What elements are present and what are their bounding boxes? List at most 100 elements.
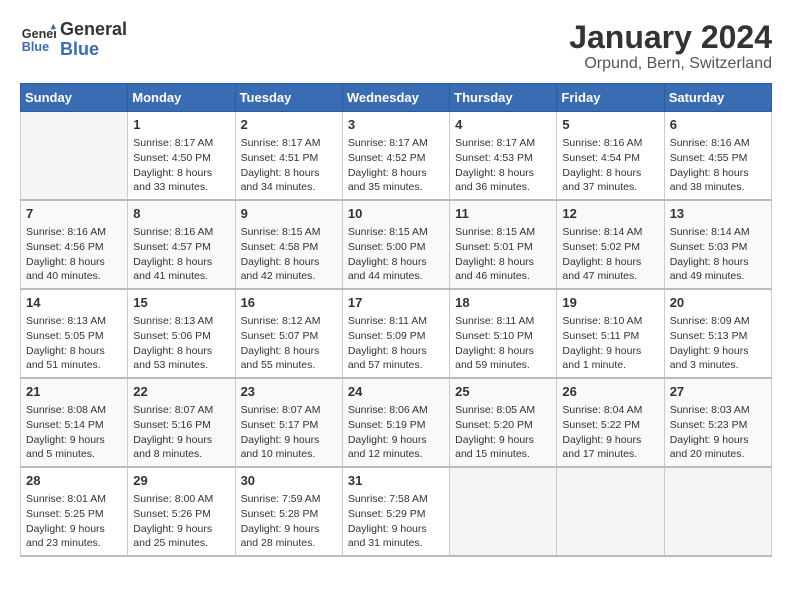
calendar-cell [557, 467, 664, 556]
calendar-cell: 18 Sunrise: 8:11 AM Sunset: 5:10 PM Dayli… [450, 289, 557, 378]
calendar-cell [21, 112, 128, 200]
day-number: 13 [670, 205, 766, 223]
day-info: Sunrise: 8:01 AM Sunset: 5:25 PM Dayligh… [26, 492, 122, 551]
day-info: Sunrise: 8:11 AM Sunset: 5:09 PM Dayligh… [348, 314, 444, 373]
calendar-cell: 2 Sunrise: 8:17 AM Sunset: 4:51 PM Daylig… [235, 112, 342, 200]
day-info: Sunrise: 8:07 AM Sunset: 5:17 PM Dayligh… [241, 403, 337, 462]
calendar-body: 1 Sunrise: 8:17 AM Sunset: 4:50 PM Daylig… [21, 112, 772, 556]
calendar-week-4: 21 Sunrise: 8:08 AM Sunset: 5:14 PM Dayli… [21, 378, 772, 467]
calendar-cell: 31Sunrise: 7:58 AM Sunset: 5:29 PM Dayli… [342, 467, 449, 556]
day-number: 6 [670, 116, 766, 134]
day-number: 29 [133, 472, 229, 490]
calendar-cell: 26 Sunrise: 8:04 AM Sunset: 5:22 PM Dayli… [557, 378, 664, 467]
day-number: 7 [26, 205, 122, 223]
day-info: Sunrise: 7:59 AM Sunset: 5:28 PM Dayligh… [241, 492, 337, 551]
day-number: 17 [348, 294, 444, 312]
logo-line1: General [60, 20, 127, 40]
calendar-cell: 15 Sunrise: 8:13 AM Sunset: 5:06 PM Dayli… [128, 289, 235, 378]
day-number: 16 [241, 294, 337, 312]
day-info: Sunrise: 8:16 AM Sunset: 4:57 PM Dayligh… [133, 225, 229, 284]
calendar-cell: 8 Sunrise: 8:16 AM Sunset: 4:57 PM Daylig… [128, 200, 235, 289]
day-number: 20 [670, 294, 766, 312]
calendar-cell: 14 Sunrise: 8:13 AM Sunset: 5:05 PM Dayli… [21, 289, 128, 378]
day-info: Sunrise: 8:07 AM Sunset: 5:16 PM Dayligh… [133, 403, 229, 462]
col-header-saturday: Saturday [664, 84, 771, 112]
day-number: 24 [348, 383, 444, 401]
calendar-title: January 2024 [569, 20, 772, 55]
day-info: Sunrise: 8:17 AM Sunset: 4:51 PM Dayligh… [241, 136, 337, 195]
day-number: 22 [133, 383, 229, 401]
day-number: 14 [26, 294, 122, 312]
col-header-friday: Friday [557, 84, 664, 112]
calendar-cell: 24Sunrise: 8:06 AM Sunset: 5:19 PM Dayli… [342, 378, 449, 467]
calendar-week-1: 1 Sunrise: 8:17 AM Sunset: 4:50 PM Daylig… [21, 112, 772, 200]
calendar-cell: 3Sunrise: 8:17 AM Sunset: 4:52 PM Daylig… [342, 112, 449, 200]
day-info: Sunrise: 8:16 AM Sunset: 4:55 PM Dayligh… [670, 136, 766, 195]
day-info: Sunrise: 8:17 AM Sunset: 4:50 PM Dayligh… [133, 136, 229, 195]
day-info: Sunrise: 8:04 AM Sunset: 5:22 PM Dayligh… [562, 403, 658, 462]
day-number: 1 [133, 116, 229, 134]
calendar-cell: 19 Sunrise: 8:10 AM Sunset: 5:11 PM Dayli… [557, 289, 664, 378]
day-info: Sunrise: 8:08 AM Sunset: 5:14 PM Dayligh… [26, 403, 122, 462]
day-info: Sunrise: 8:14 AM Sunset: 5:03 PM Dayligh… [670, 225, 766, 284]
calendar-cell: 9 Sunrise: 8:15 AM Sunset: 4:58 PM Daylig… [235, 200, 342, 289]
day-number: 19 [562, 294, 658, 312]
calendar-cell: 21 Sunrise: 8:08 AM Sunset: 5:14 PM Dayli… [21, 378, 128, 467]
day-number: 5 [562, 116, 658, 134]
col-header-thursday: Thursday [450, 84, 557, 112]
calendar-cell: 23Sunrise: 8:07 AM Sunset: 5:17 PM Dayli… [235, 378, 342, 467]
day-info: Sunrise: 8:16 AM Sunset: 4:56 PM Dayligh… [26, 225, 122, 284]
day-number: 10 [348, 205, 444, 223]
day-number: 18 [455, 294, 551, 312]
calendar-cell: 29 Sunrise: 8:00 AM Sunset: 5:26 PM Dayli… [128, 467, 235, 556]
day-number: 4 [455, 116, 551, 134]
day-info: Sunrise: 8:00 AM Sunset: 5:26 PM Dayligh… [133, 492, 229, 551]
calendar-subtitle: Orpund, Bern, Switzerland [569, 55, 772, 73]
calendar-cell: 5Sunrise: 8:16 AM Sunset: 4:54 PM Daylig… [557, 112, 664, 200]
calendar-cell: 22 Sunrise: 8:07 AM Sunset: 5:16 PM Dayli… [128, 378, 235, 467]
day-info: Sunrise: 8:05 AM Sunset: 5:20 PM Dayligh… [455, 403, 551, 462]
day-info: Sunrise: 8:17 AM Sunset: 4:53 PM Dayligh… [455, 136, 551, 195]
day-number: 30 [241, 472, 337, 490]
logo-text: General Blue [60, 20, 127, 60]
day-number: 8 [133, 205, 229, 223]
day-info: Sunrise: 8:13 AM Sunset: 5:05 PM Dayligh… [26, 314, 122, 373]
calendar-cell: 11Sunrise: 8:15 AM Sunset: 5:01 PM Dayli… [450, 200, 557, 289]
calendar-cell: 28 Sunrise: 8:01 AM Sunset: 5:25 PM Dayli… [21, 467, 128, 556]
day-number: 27 [670, 383, 766, 401]
day-info: Sunrise: 8:09 AM Sunset: 5:13 PM Dayligh… [670, 314, 766, 373]
day-number: 3 [348, 116, 444, 134]
calendar-week-5: 28 Sunrise: 8:01 AM Sunset: 5:25 PM Dayli… [21, 467, 772, 556]
day-number: 15 [133, 294, 229, 312]
day-info: Sunrise: 8:15 AM Sunset: 5:01 PM Dayligh… [455, 225, 551, 284]
calendar-cell: 10 Sunrise: 8:15 AM Sunset: 5:00 PM Dayli… [342, 200, 449, 289]
day-number: 2 [241, 116, 337, 134]
title-block: January 2024 Orpund, Bern, Switzerland [569, 20, 772, 73]
calendar-cell: 4 Sunrise: 8:17 AM Sunset: 4:53 PM Daylig… [450, 112, 557, 200]
day-info: Sunrise: 8:15 AM Sunset: 5:00 PM Dayligh… [348, 225, 444, 284]
page-header: General Blue General Blue January 2024 O… [20, 20, 772, 73]
day-number: 26 [562, 383, 658, 401]
day-info: Sunrise: 8:03 AM Sunset: 5:23 PM Dayligh… [670, 403, 766, 462]
day-info: Sunrise: 8:14 AM Sunset: 5:02 PM Dayligh… [562, 225, 658, 284]
col-header-monday: Monday [128, 84, 235, 112]
calendar-cell: 20 Sunrise: 8:09 AM Sunset: 5:13 PM Dayli… [664, 289, 771, 378]
day-info: Sunrise: 8:13 AM Sunset: 5:06 PM Dayligh… [133, 314, 229, 373]
day-info: Sunrise: 8:10 AM Sunset: 5:11 PM Dayligh… [562, 314, 658, 373]
calendar-cell: 30 Sunrise: 7:59 AM Sunset: 5:28 PM Dayli… [235, 467, 342, 556]
calendar-cell: 27 Sunrise: 8:03 AM Sunset: 5:23 PM Dayli… [664, 378, 771, 467]
logo-line2: Blue [60, 40, 127, 60]
day-number: 28 [26, 472, 122, 490]
day-number: 12 [562, 205, 658, 223]
calendar-header: SundayMondayTuesdayWednesdayThursdayFrid… [21, 84, 772, 112]
day-number: 9 [241, 205, 337, 223]
calendar-cell: 13 Sunrise: 8:14 AM Sunset: 5:03 PM Dayli… [664, 200, 771, 289]
day-number: 21 [26, 383, 122, 401]
day-info: Sunrise: 8:15 AM Sunset: 4:58 PM Dayligh… [241, 225, 337, 284]
calendar-week-3: 14 Sunrise: 8:13 AM Sunset: 5:05 PM Dayli… [21, 289, 772, 378]
day-info: Sunrise: 8:11 AM Sunset: 5:10 PM Dayligh… [455, 314, 551, 373]
calendar-cell: 1 Sunrise: 8:17 AM Sunset: 4:50 PM Daylig… [128, 112, 235, 200]
day-number: 31 [348, 472, 444, 490]
col-header-sunday: Sunday [21, 84, 128, 112]
day-number: 25 [455, 383, 551, 401]
